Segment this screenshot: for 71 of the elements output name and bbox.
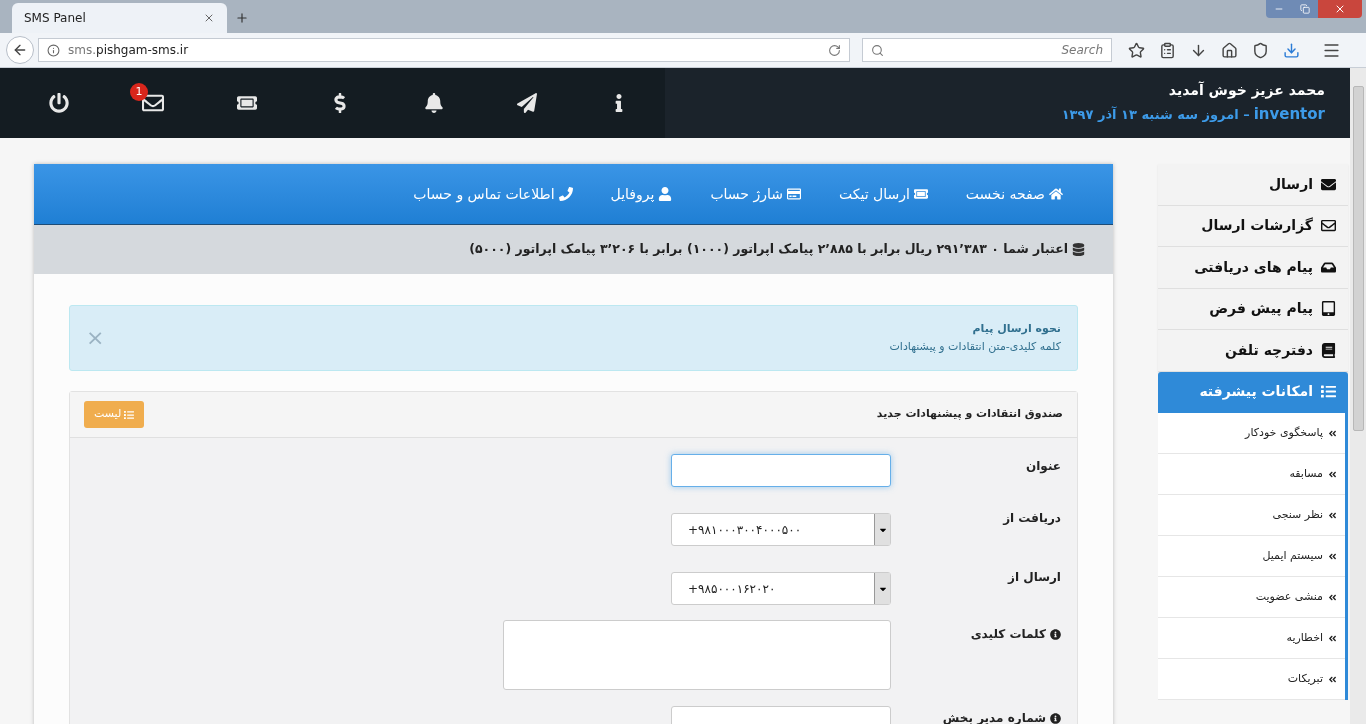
power-icon[interactable] bbox=[48, 93, 69, 113]
sidebar-item[interactable]: امکانات پیشرفته bbox=[1158, 371, 1348, 413]
select-field[interactable]: +۹۸۱۰۰۰۳۰۰۴۰۰۰۵۰۰ bbox=[671, 513, 891, 546]
alert-text: کلمه کلیدی-متن انتقادات و پیشنهادات bbox=[888, 339, 1061, 355]
ticket-icon[interactable] bbox=[237, 93, 258, 113]
database-icon bbox=[1072, 243, 1085, 256]
field-label: شماره مدیر بخش bbox=[942, 710, 1046, 724]
restore-icon bbox=[1300, 4, 1310, 14]
submenu-item[interactable]: اخطاریه bbox=[1158, 618, 1345, 659]
close-icon[interactable] bbox=[203, 12, 215, 24]
submenu-item[interactable]: نظر سنجی bbox=[1158, 495, 1345, 536]
bell-icon[interactable] bbox=[423, 93, 444, 113]
home-icon[interactable] bbox=[1221, 41, 1238, 59]
paper-plane-icon[interactable] bbox=[517, 93, 538, 113]
book-icon bbox=[1321, 342, 1336, 358]
reload-icon[interactable] bbox=[828, 43, 841, 57]
scrollbar[interactable] bbox=[1350, 68, 1366, 724]
search-field[interactable]: Search bbox=[862, 38, 1112, 62]
select-field[interactable]: +۹۸۵۰۰۰۱۶۲۰۲۰ bbox=[671, 572, 891, 605]
new-tab-icon[interactable] bbox=[235, 11, 249, 25]
text-field[interactable] bbox=[671, 454, 891, 487]
submenu-item[interactable]: مسابقه bbox=[1158, 454, 1345, 495]
sidebar-item[interactable]: ارسال bbox=[1158, 164, 1348, 206]
home-icon bbox=[1049, 187, 1063, 201]
close-icon bbox=[1334, 3, 1346, 15]
double-chevron-icon bbox=[1328, 674, 1337, 684]
submenu-item[interactable]: منشی عضویت bbox=[1158, 577, 1345, 618]
info-icon bbox=[1050, 712, 1061, 724]
sidebar-item[interactable]: دفترچه تلفن bbox=[1158, 330, 1348, 372]
double-chevron-icon bbox=[1328, 551, 1337, 561]
nav-link[interactable]: ارسال تیکت bbox=[839, 183, 928, 205]
double-chevron-icon bbox=[1328, 510, 1337, 520]
list-icon bbox=[1321, 384, 1336, 400]
sidebar-item[interactable]: گزارشات ارسال bbox=[1158, 205, 1348, 247]
double-chevron-icon bbox=[1328, 592, 1337, 602]
submenu-item[interactable]: پاسخگوی خودکار bbox=[1158, 413, 1345, 454]
nav-link[interactable]: پروفایل bbox=[610, 183, 673, 205]
info-icon bbox=[1050, 628, 1061, 640]
field-label: ارسال از bbox=[1008, 569, 1061, 586]
envelope-icon bbox=[1321, 218, 1336, 234]
browser-tab[interactable]: SMS Panel bbox=[12, 3, 227, 33]
notification-badge: 1 bbox=[129, 83, 148, 101]
field-label: عنوان bbox=[1026, 458, 1061, 475]
sidebar-item[interactable]: پیام پیش فرض bbox=[1158, 288, 1348, 330]
field-label: دریافت از bbox=[1003, 510, 1061, 527]
back-button[interactable] bbox=[6, 36, 34, 64]
envelope-icon bbox=[1321, 176, 1336, 192]
double-chevron-icon bbox=[1328, 633, 1337, 643]
credit-card-icon bbox=[787, 187, 801, 201]
nav-link[interactable]: شارژ حساب bbox=[710, 183, 801, 205]
double-chevron-icon bbox=[1328, 469, 1337, 479]
username-link[interactable]: inventor bbox=[1253, 103, 1325, 126]
panel-title: صندوق انتقادات و پیشنهادات جدید bbox=[876, 406, 1063, 423]
double-chevron-icon bbox=[1328, 428, 1337, 438]
search-icon bbox=[871, 43, 884, 57]
credit-text: اعتبار شما ۰ ۲۹۱٬۳۸۳ ریال برابر با ۲٬۸۸۵ پیامک اپراتور (۱۰۰۰) برابر با ۳٬۲۰۶ پیامک اپراتور (۵۰۰۰) bbox=[469, 240, 1068, 259]
ticket-icon bbox=[913, 187, 928, 201]
submenu-item[interactable]: سیستم ایمیل bbox=[1158, 536, 1345, 577]
nav-link[interactable]: صفحه نخست bbox=[965, 183, 1063, 205]
field-label: کلمات کلیدی bbox=[970, 626, 1046, 643]
phone-icon bbox=[558, 187, 573, 201]
tablet-icon bbox=[1321, 301, 1336, 317]
alert-title: نحوه ارسال پیام bbox=[971, 320, 1061, 337]
nav-link[interactable]: اطلاعات تماس و حساب bbox=[413, 183, 573, 205]
bookmark-star-icon[interactable] bbox=[1128, 41, 1145, 59]
date-text: – امروز سه شنبه ۱۳ آذر ۱۳۹۷ bbox=[1061, 105, 1250, 124]
sidebar-item[interactable]: پیام های دریافتی bbox=[1158, 247, 1348, 289]
welcome-text: محمد عزیز خوش آمدید bbox=[1167, 80, 1325, 101]
submenu-item[interactable]: تبریکات bbox=[1158, 659, 1345, 700]
user-icon bbox=[658, 187, 673, 201]
list-icon bbox=[124, 409, 135, 420]
